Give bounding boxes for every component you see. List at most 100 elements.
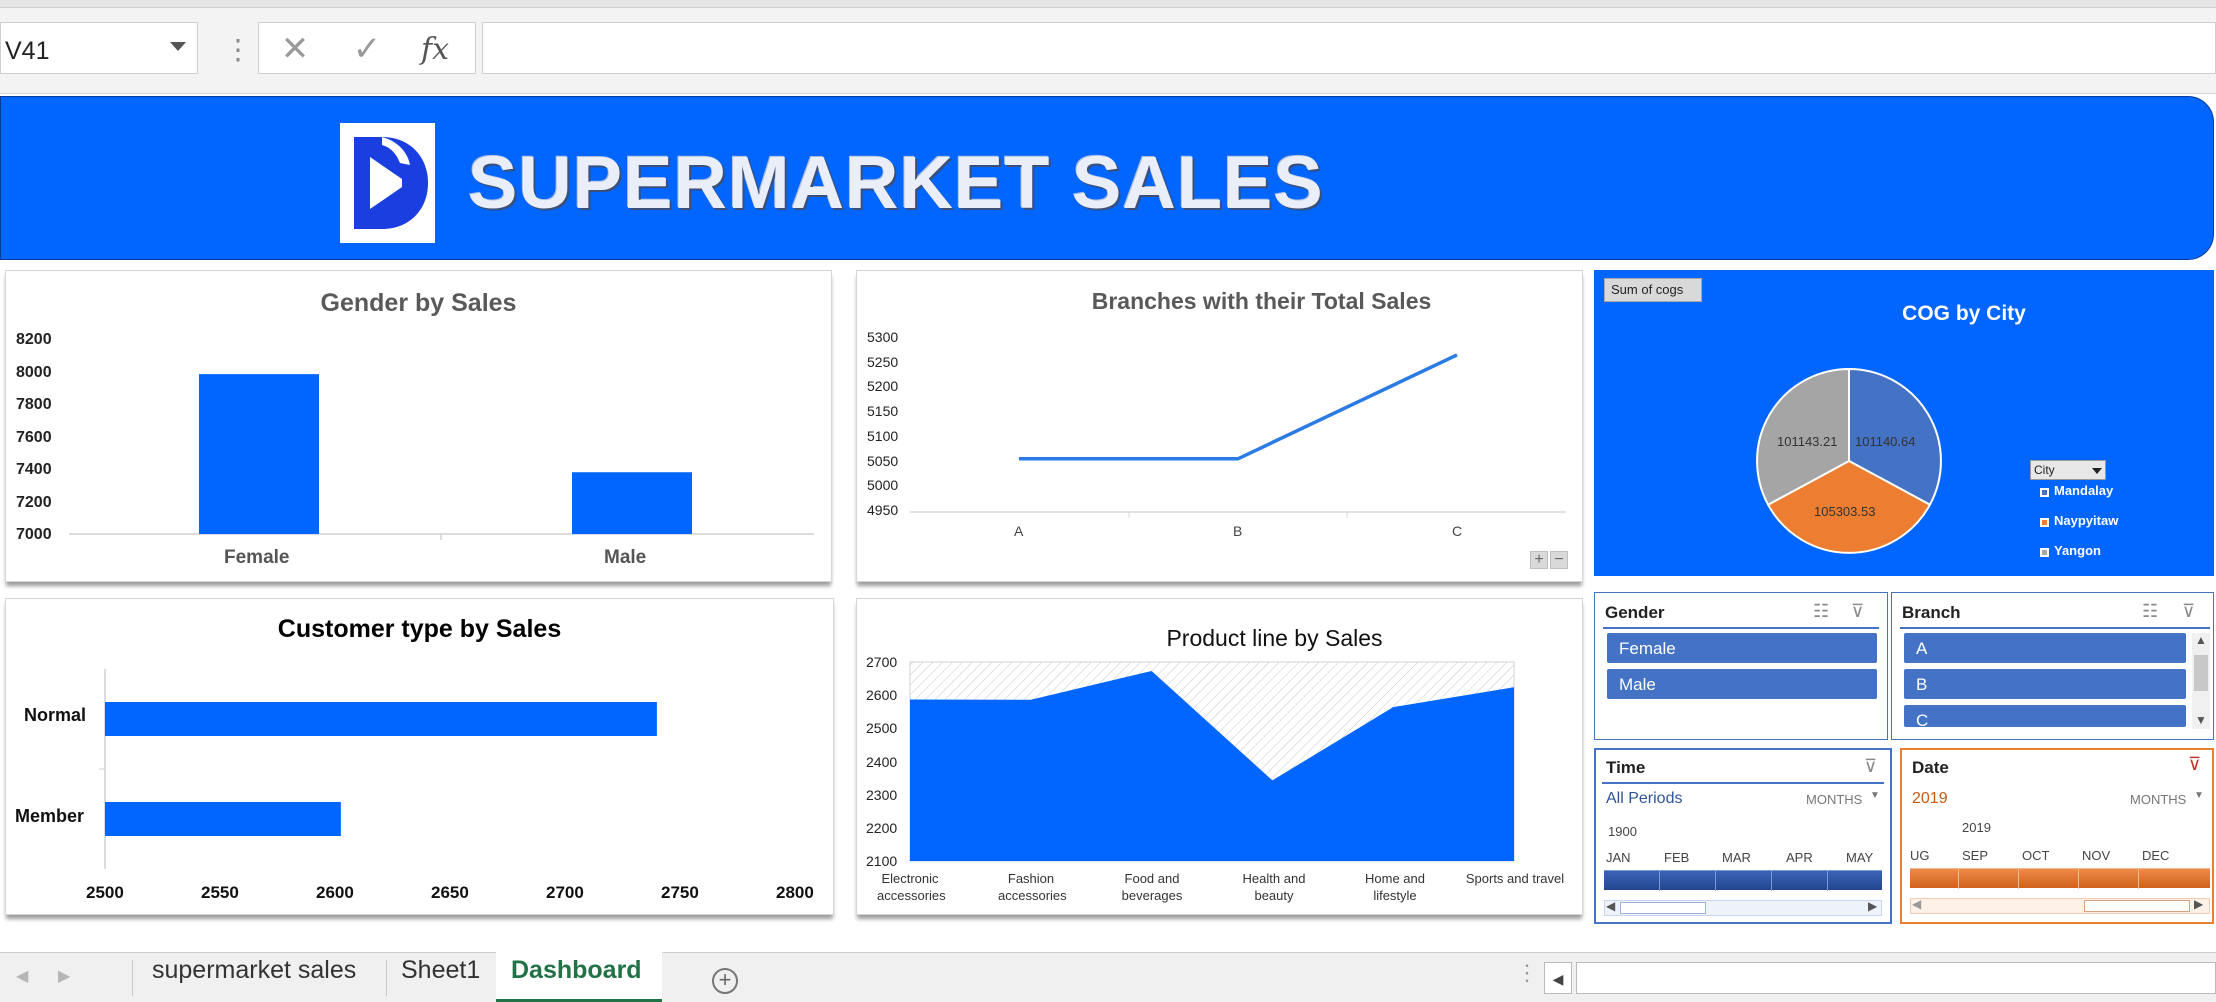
scroll-right-icon[interactable]: ▶: [1868, 899, 1877, 913]
x-tick: Food and beverages: [1121, 871, 1183, 903]
multi-select-icon[interactable]: ☷: [1813, 601, 1829, 622]
slicer-item-male[interactable]: Male: [1607, 669, 1877, 699]
slicer-item-female[interactable]: Female: [1607, 633, 1877, 663]
line-series[interactable]: [1019, 353, 1458, 461]
month-label: SEP: [1962, 848, 1989, 863]
scroll-left-icon[interactable]: ◀: [1606, 899, 1615, 913]
bar-male[interactable]: [572, 472, 692, 534]
product-line-sales-chart[interactable]: Product line by Sales 2700 2600 2500 240…: [856, 598, 1583, 915]
tab-split-handle-icon[interactable]: ⋮: [1516, 960, 1538, 986]
formula-buttons: ✕ ✓ fx: [258, 22, 476, 74]
gender-sales-chart[interactable]: Gender by Sales 8200 8000 7800 7600 7400…: [5, 270, 832, 582]
x-tick: Home and lifestyle: [1365, 871, 1425, 903]
month-label: OCT: [2022, 848, 2050, 863]
level-dropdown-icon[interactable]: ▼: [1870, 790, 1880, 801]
scrollbar-thumb[interactable]: [1620, 902, 1706, 914]
x-tick-b: B: [1233, 523, 1243, 539]
x-tick-male: Male: [604, 547, 647, 568]
customer-plot: [99, 669, 657, 869]
collapse-field-icon[interactable]: −: [1550, 551, 1568, 569]
bar-normal[interactable]: [105, 702, 657, 736]
x-tick-female: Female: [224, 547, 290, 568]
level-dropdown-icon[interactable]: ▼: [2194, 790, 2204, 801]
product-plot: [909, 661, 1515, 862]
x-tick: Electronic accessories: [877, 871, 946, 903]
data-label-yangon: 101143.21: [1777, 434, 1838, 449]
bar-female[interactable]: [199, 374, 319, 534]
insert-function-icon[interactable]: fx: [413, 32, 457, 67]
month-label: FEB: [1664, 850, 1690, 865]
enter-icon[interactable]: ✓: [345, 29, 389, 69]
cancel-icon[interactable]: ✕: [273, 29, 317, 69]
slicer-item-c[interactable]: C: [1904, 705, 2186, 730]
window-top-strip: [0, 0, 2216, 8]
slicer-header-rule: [1900, 627, 2210, 629]
clear-filter-icon[interactable]: ⊽: [2182, 601, 2195, 622]
tab-dashboard[interactable]: Dashboard: [511, 956, 642, 985]
date-timeline[interactable]: Date ⊽ 2019 MONTHS ▼ 2019 UG SEP OCT NOV…: [1900, 748, 2214, 924]
legend-filter-dropdown-icon[interactable]: [2092, 468, 2102, 474]
x-tick: Sports and travel: [1465, 871, 1565, 886]
timeline-level[interactable]: MONTHS: [1806, 792, 1862, 807]
slicer-item-b[interactable]: B: [1904, 669, 2186, 699]
slicer-header-rule: [1603, 627, 1879, 629]
expand-field-icon[interactable]: +: [1530, 551, 1548, 569]
slicer-item-a[interactable]: A: [1904, 633, 2186, 663]
time-timeline[interactable]: Time ⊽ All Periods MONTHS ▼ 1900 JAN FEB…: [1594, 748, 1892, 924]
tab-sheet1[interactable]: Sheet1: [401, 956, 480, 985]
hscroll-left-icon[interactable]: ◀: [1544, 962, 1572, 994]
name-box-dropdown-icon[interactable]: [170, 42, 186, 51]
customer-type-sales-chart[interactable]: Customer type by Sales Normal Member 250…: [5, 598, 834, 915]
scroll-up-icon[interactable]: ▲: [2195, 633, 2207, 647]
multi-select-icon[interactable]: ☷: [2142, 601, 2158, 622]
month-label: JAN: [1606, 850, 1631, 865]
legend-swatch-yangon: [2040, 548, 2049, 557]
legend-label-yangon: Yangon: [2054, 543, 2101, 558]
month-label: APR: [1786, 850, 1813, 865]
x-tick: 2650: [431, 883, 469, 902]
name-box[interactable]: V41: [0, 22, 198, 74]
branches-sales-chart[interactable]: Branches with their Total Sales 5300 525…: [856, 270, 1583, 582]
formula-input[interactable]: [482, 22, 2216, 74]
data-label-naypyitaw: 105303.53: [1814, 504, 1876, 519]
legend-swatch-mandalay: [2040, 488, 2049, 497]
scroll-next-sheet-icon[interactable]: ▶: [58, 966, 70, 986]
scrollbar-thumb[interactable]: [2084, 900, 2190, 912]
branch-slicer[interactable]: Branch ☷ ⊽ A B C ▲ ▼: [1891, 592, 2214, 740]
scroll-right-icon[interactable]: ▶: [2194, 897, 2203, 911]
clear-filter-icon[interactable]: ⊽: [1864, 756, 1877, 777]
scroll-left-icon[interactable]: ◀: [1912, 897, 1921, 911]
x-tick: 2800: [776, 883, 814, 902]
legend-label-naypyitaw: Naypyitaw: [2054, 513, 2119, 528]
cog-pie: [1756, 367, 1942, 554]
more-options-icon[interactable]: ⋮: [224, 30, 252, 70]
timeline-selection-bar[interactable]: [1604, 870, 1882, 891]
x-tick: 2700: [546, 883, 584, 902]
add-sheet-icon[interactable]: +: [712, 968, 738, 994]
scroll-first-sheet-icon[interactable]: ◀: [16, 966, 28, 986]
timeline-year: 2019: [1962, 820, 1991, 835]
month-label: MAR: [1722, 850, 1751, 865]
scroll-down-icon[interactable]: ▼: [2195, 713, 2207, 727]
cog-by-city-chart[interactable]: Sum of cogs COG by City 101140.64 105303…: [1594, 270, 2214, 576]
timeline-level[interactable]: MONTHS: [2130, 792, 2186, 807]
x-tick: 2550: [201, 883, 239, 902]
timeline-title: Date: [1912, 758, 1949, 777]
slicer-title: Branch: [1902, 603, 1961, 622]
clear-filter-icon[interactable]: ⊽: [2188, 754, 2201, 775]
dashboard-title: SUPERMARKET SALES: [468, 141, 1324, 224]
month-label: MAY: [1846, 850, 1874, 865]
timeline-selection-bar[interactable]: [1910, 868, 2210, 889]
tab-divider: [132, 960, 133, 996]
legend-swatch-naypyitaw: [2040, 518, 2049, 527]
x-tick: 2750: [661, 883, 699, 902]
gender-slicer[interactable]: Gender ☷ ⊽ Female Male: [1594, 592, 1888, 740]
data-label-mandalay: 101140.64: [1855, 434, 1916, 449]
gender-plot: [69, 374, 814, 540]
scrollbar-thumb[interactable]: [2194, 655, 2208, 691]
tab-supermarket-sales[interactable]: supermarket sales: [152, 956, 356, 985]
horizontal-scrollbar[interactable]: [1576, 962, 2216, 994]
branches-plot: [910, 353, 1566, 518]
clear-filter-icon[interactable]: ⊽: [1851, 601, 1864, 622]
bar-member[interactable]: [105, 802, 341, 836]
